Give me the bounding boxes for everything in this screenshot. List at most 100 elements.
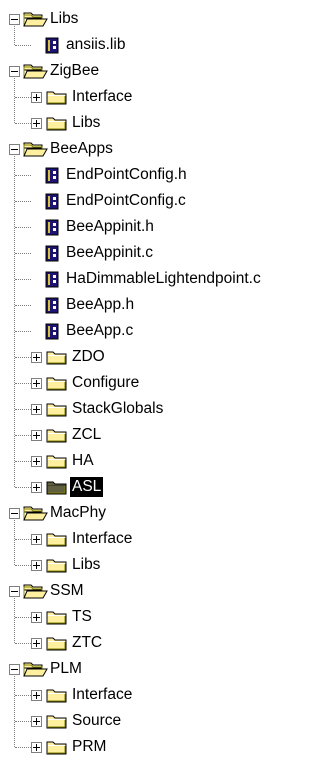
tree-item-label: PLM <box>50 660 82 677</box>
tree-item-label: TS <box>72 608 92 625</box>
tree-connector-line <box>14 26 15 45</box>
tree-folder-libs[interactable]: Libs <box>44 552 102 578</box>
folder-icon <box>44 529 70 549</box>
source-file-icon <box>44 243 60 263</box>
source-file-icon <box>44 269 60 289</box>
tree-folder-ha[interactable]: HA <box>44 448 96 474</box>
project-tree[interactable]: Libs ansiis.lib ZigBee Interface Libs BeeApps… <box>0 0 333 770</box>
tree-folder-zcl[interactable]: ZCL <box>44 422 103 448</box>
expand-icon[interactable] <box>31 638 42 649</box>
source-file-icon <box>44 191 60 211</box>
tree-folder-asl[interactable]: ASL <box>44 474 104 500</box>
tree-item-label: BeeApps <box>50 140 113 157</box>
source-file-icon <box>44 35 60 55</box>
collapse-icon[interactable] <box>9 144 20 155</box>
tree-folder-beeapps[interactable]: BeeApps <box>22 136 115 162</box>
tree-file-beeapp-c[interactable]: BeeApp.c <box>44 318 135 344</box>
tree-connector-line <box>14 156 15 487</box>
tree-folder-ztc[interactable]: ZTC <box>44 630 104 656</box>
tree-connector-line <box>15 409 31 410</box>
tree-item-label: Libs <box>50 10 79 27</box>
expand-icon[interactable] <box>31 456 42 467</box>
tree-connector-line <box>15 435 31 436</box>
folder-icon <box>44 347 70 367</box>
expand-icon[interactable] <box>31 92 42 103</box>
tree-connector-line <box>15 617 31 618</box>
tree-item-label: BeeAppinit.h <box>66 218 154 235</box>
collapse-icon[interactable] <box>9 508 20 519</box>
tree-item-label: Libs <box>72 556 101 573</box>
expand-icon[interactable] <box>31 404 42 415</box>
folder-icon <box>44 399 70 419</box>
tree-folder-interface[interactable]: Interface <box>44 682 134 708</box>
tree-connector-line <box>15 201 31 202</box>
tree-file-endpointconfig-c[interactable]: EndPointConfig.c <box>44 188 188 214</box>
tree-item-label: Configure <box>72 374 140 391</box>
expand-icon[interactable] <box>31 378 42 389</box>
source-file-icon <box>44 165 60 185</box>
source-file-icon <box>44 217 60 237</box>
tree-folder-libs[interactable]: Libs <box>44 110 102 136</box>
tree-folder-libs[interactable]: Libs <box>22 6 80 32</box>
tree-folder-macphy[interactable]: MacPhy <box>22 500 108 526</box>
tree-file-beeappinit-h[interactable]: BeeAppinit.h <box>44 214 156 240</box>
tree-folder-ssm[interactable]: SSM <box>22 578 86 604</box>
expand-icon[interactable] <box>31 534 42 545</box>
tree-folder-zdo[interactable]: ZDO <box>44 344 107 370</box>
tree-file-beeappinit-c[interactable]: BeeAppinit.c <box>44 240 155 266</box>
tree-item-label: ansiis.lib <box>66 36 126 53</box>
tree-item-label: BeeApp.c <box>66 322 134 339</box>
folder-open-icon <box>22 581 48 601</box>
tree-item-label: Interface <box>72 88 133 105</box>
tree-item-label: ZTC <box>72 634 103 651</box>
tree-item-label: ZigBee <box>50 62 100 79</box>
expand-icon[interactable] <box>31 352 42 363</box>
expand-icon[interactable] <box>31 716 42 727</box>
tree-folder-configure[interactable]: Configure <box>44 370 141 396</box>
folder-icon <box>44 607 70 627</box>
folder-icon <box>44 87 70 107</box>
folder-icon <box>44 425 70 445</box>
tree-item-label: SSM <box>50 582 84 599</box>
folder-icon <box>44 711 70 731</box>
collapse-icon[interactable] <box>9 586 20 597</box>
tree-item-label: HaDimmableLightendpoint.c <box>66 270 261 287</box>
expand-icon[interactable] <box>31 482 42 493</box>
tree-folder-ts[interactable]: TS <box>44 604 94 630</box>
tree-item-label: Interface <box>72 686 133 703</box>
folder-open-icon <box>22 61 48 81</box>
tree-file-beeapp-h[interactable]: BeeApp.h <box>44 292 136 318</box>
tree-file-endpointconfig-h[interactable]: EndPointConfig.h <box>44 162 189 188</box>
tree-folder-interface[interactable]: Interface <box>44 526 134 552</box>
expand-icon[interactable] <box>31 430 42 441</box>
tree-folder-interface[interactable]: Interface <box>44 84 134 110</box>
tree-file-hadimmablelightendpoint-c[interactable]: HaDimmableLightendpoint.c <box>44 266 263 292</box>
tree-folder-source[interactable]: Source <box>44 708 123 734</box>
tree-connector-line <box>15 643 31 644</box>
tree-item-label: HA <box>72 452 94 469</box>
expand-icon[interactable] <box>31 690 42 701</box>
expand-icon[interactable] <box>31 118 42 129</box>
folder-open-icon <box>22 9 48 29</box>
tree-folder-plm[interactable]: PLM <box>22 656 84 682</box>
tree-item-label: EndPointConfig.h <box>66 166 187 183</box>
tree-connector-line <box>15 123 31 124</box>
tree-connector-line <box>15 565 31 566</box>
expand-icon[interactable] <box>31 742 42 753</box>
tree-file-ansiis-lib[interactable]: ansiis.lib <box>44 32 127 58</box>
tree-item-label: BeeAppinit.c <box>66 244 154 261</box>
tree-connector-line <box>15 383 31 384</box>
collapse-icon[interactable] <box>9 66 20 77</box>
folder-icon <box>44 113 70 133</box>
folder-icon <box>44 451 70 471</box>
tree-item-label: MacPhy <box>50 504 106 521</box>
tree-item-label: PRM <box>72 738 107 755</box>
tree-folder-zigbee[interactable]: ZigBee <box>22 58 101 84</box>
tree-connector-line <box>15 227 31 228</box>
tree-folder-prm[interactable]: PRM <box>44 734 108 760</box>
tree-folder-stackglobals[interactable]: StackGlobals <box>44 396 165 422</box>
expand-icon[interactable] <box>31 560 42 571</box>
collapse-icon[interactable] <box>9 664 20 675</box>
expand-icon[interactable] <box>31 612 42 623</box>
collapse-icon[interactable] <box>9 14 20 25</box>
